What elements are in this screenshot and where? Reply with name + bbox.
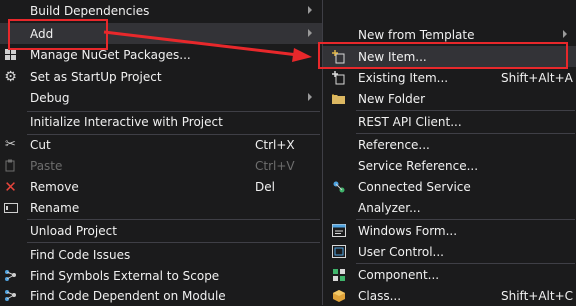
rename-icon <box>3 200 18 215</box>
connected-service-icon <box>331 179 346 194</box>
gear-icon: ⚙ <box>4 68 17 85</box>
windows-form-icon <box>331 223 346 238</box>
find-symbols-external-label: Find Symbols External to Scope <box>30 268 220 283</box>
rename-label: Rename <box>30 200 80 215</box>
menu-item-unload-project[interactable]: Unload Project <box>0 220 322 241</box>
initialize-interactive-label: Initialize Interactive with Project <box>30 114 223 129</box>
menu-item-reference[interactable]: Reference... <box>323 134 576 155</box>
service-reference-label: Service Reference... <box>358 158 479 173</box>
folder-icon <box>331 91 346 106</box>
menu-item-analyzer[interactable]: Analyzer... <box>323 197 576 218</box>
menu-item-rename[interactable]: Rename <box>0 197 322 218</box>
rest-api-client-label: REST API Client... <box>358 114 462 129</box>
remove-x-icon: ✕ <box>4 177 17 196</box>
reference-label: Reference... <box>358 137 430 152</box>
submenu-arrow-icon <box>308 6 312 14</box>
class-shortcut: Shift+Alt+C <box>501 288 574 303</box>
submenu-arrow-icon <box>308 93 312 101</box>
dependency-graph-icon <box>3 288 18 303</box>
annotation-highlight-add <box>8 19 108 50</box>
user-control-label: User Control... <box>358 244 444 259</box>
new-from-template-label: New from Template <box>358 27 475 42</box>
cut-label: Cut <box>30 137 51 152</box>
remove-label: Remove <box>30 179 79 194</box>
menu-item-user-control[interactable]: User Control... <box>323 241 576 262</box>
set-startup-label: Set as StartUp Project <box>30 69 162 84</box>
component-icon <box>331 267 346 282</box>
menu-item-build-dependencies[interactable]: Build Dependencies <box>0 0 322 21</box>
annotation-highlight-new-item <box>318 42 568 69</box>
find-code-issues-label: Find Code Issues <box>30 247 131 262</box>
menu-item-new-folder[interactable]: New Folder <box>323 88 576 109</box>
menu-item-initialize-interactive[interactable]: Initialize Interactive with Project <box>0 111 322 132</box>
remove-shortcut: Del <box>255 179 275 194</box>
menu-item-paste[interactable]: Paste Ctrl+V <box>0 155 322 176</box>
windows-form-label: Windows Form... <box>358 223 458 238</box>
menu-item-component[interactable]: Component... <box>323 264 576 285</box>
cut-shortcut: Ctrl+X <box>255 137 295 152</box>
paste-label: Paste <box>30 158 63 173</box>
find-code-dependent-label: Find Code Dependent on Module <box>30 288 226 303</box>
menu-item-find-code-dependent[interactable]: Find Code Dependent on Module <box>0 285 322 306</box>
menu-item-find-symbols-external[interactable]: Find Symbols External to Scope <box>0 265 322 286</box>
dependency-graph-icon <box>3 268 18 283</box>
menu-item-rest-api-client[interactable]: REST API Client... <box>323 111 576 132</box>
existing-item-icon <box>331 70 346 85</box>
menu-item-debug[interactable]: Debug <box>0 87 322 108</box>
build-dependencies-label: Build Dependencies <box>30 3 150 18</box>
menu-item-set-startup[interactable]: ⚙ Set as StartUp Project <box>0 66 322 87</box>
existing-item-shortcut: Shift+Alt+A <box>501 70 573 85</box>
debug-label: Debug <box>30 90 70 105</box>
unload-project-label: Unload Project <box>30 223 117 238</box>
paste-shortcut: Ctrl+V <box>255 158 295 173</box>
menu-item-service-reference[interactable]: Service Reference... <box>323 155 576 176</box>
menu-separator <box>27 242 320 243</box>
existing-item-label: Existing Item... <box>358 70 449 85</box>
menu-item-class[interactable]: Class... Shift+Alt+C <box>323 285 576 306</box>
new-folder-label: New Folder <box>358 91 426 106</box>
menu-item-remove[interactable]: ✕ Remove Del <box>0 176 322 197</box>
menu-item-connected-service[interactable]: Connected Service <box>323 176 576 197</box>
class-label: Class... <box>358 288 402 303</box>
analyzer-label: Analyzer... <box>358 200 421 215</box>
submenu-arrow-icon <box>563 30 567 38</box>
class-icon <box>331 288 346 303</box>
submenu-arrow-icon <box>308 29 312 37</box>
menu-item-existing-item[interactable]: Existing Item... Shift+Alt+A <box>323 67 576 88</box>
menu-item-windows-form[interactable]: Windows Form... <box>323 220 576 241</box>
user-control-icon <box>331 244 346 259</box>
menu-item-cut[interactable]: ✂ Cut Ctrl+X <box>0 134 322 155</box>
connected-service-label: Connected Service <box>358 179 471 194</box>
paste-icon <box>3 158 18 173</box>
component-label: Component... <box>358 267 440 282</box>
menu-item-find-code-issues[interactable]: Find Code Issues <box>0 244 322 265</box>
scissors-icon: ✂ <box>5 137 16 152</box>
